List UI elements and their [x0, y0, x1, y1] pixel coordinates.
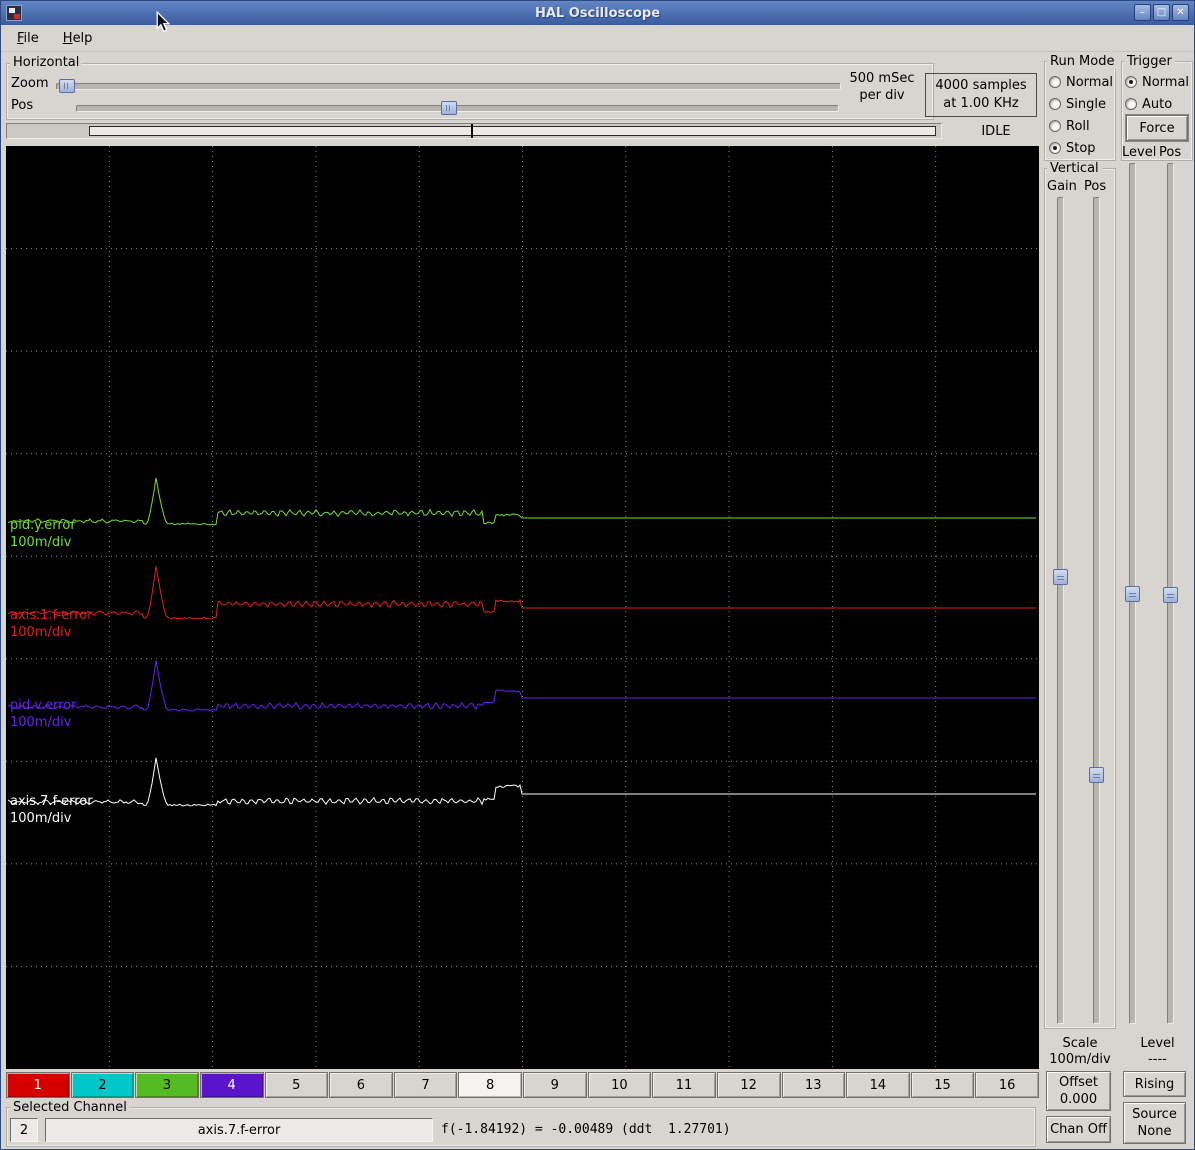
scope-canvas: [6, 146, 1039, 1069]
force-button[interactable]: Force: [1126, 115, 1188, 141]
horizontal-frame-label: Horizontal: [10, 55, 82, 70]
close-button[interactable]: ✕: [1172, 4, 1189, 21]
scale-title: Scale: [1044, 1036, 1116, 1051]
radio-label: Single: [1066, 97, 1106, 112]
channel-button-13[interactable]: 13: [782, 1072, 846, 1098]
trigger-level-value: ----: [1121, 1052, 1194, 1067]
trigger-option-normal[interactable]: Normal: [1125, 71, 1189, 93]
run-mode-option-stop[interactable]: Stop: [1049, 137, 1113, 159]
channel-button-5[interactable]: 5: [265, 1072, 329, 1098]
menu-item-file[interactable]: File: [13, 29, 43, 48]
channel-button-7[interactable]: 7: [394, 1072, 458, 1098]
minimize-icon: –: [1140, 6, 1145, 20]
channel-button-14[interactable]: 14: [846, 1072, 910, 1098]
maximize-button[interactable]: □: [1153, 4, 1170, 21]
zoom-slider-track[interactable]: [56, 83, 841, 90]
hpos-slider-track[interactable]: [76, 105, 839, 112]
channel-button-10[interactable]: 10: [588, 1072, 652, 1098]
channel-button-6[interactable]: 6: [329, 1072, 393, 1098]
radio-label: Auto: [1142, 97, 1172, 112]
radio-icon: [1049, 120, 1061, 132]
vertical-frame: [1044, 168, 1116, 1029]
offset-button[interactable]: Offset 0.000: [1046, 1071, 1111, 1111]
selected-channel-number: 2: [10, 1118, 38, 1142]
record-window-indicator: [89, 126, 936, 136]
status-text: IDLE: [971, 124, 1021, 139]
channel-button-9[interactable]: 9: [523, 1072, 587, 1098]
hpos-label: Pos: [11, 98, 33, 113]
radio-label: Roll: [1066, 119, 1090, 134]
trigger-options: Normal Auto: [1125, 71, 1189, 115]
sample-rate-line2: at 1.00 KHz: [926, 95, 1036, 113]
trigger-pos-label: Pos: [1159, 145, 1181, 160]
vertical-frame-label: Vertical: [1047, 161, 1102, 176]
trigger-position-marker: [471, 124, 473, 138]
channel-button-4[interactable]: 4: [200, 1072, 264, 1098]
run-mode-options: Normal Single Roll Stop: [1049, 71, 1113, 159]
radio-label: Normal: [1142, 75, 1189, 90]
selected-channel-frame-label: Selected Channel: [10, 1100, 130, 1115]
halscope-window: HAL Oscilloscope – □ ✕ File Help Horizont…: [0, 0, 1195, 1150]
channel-button-12[interactable]: 12: [717, 1072, 781, 1098]
chan-off-button[interactable]: Chan Off: [1046, 1116, 1111, 1143]
sweep-rate-line2: per div: [846, 88, 918, 103]
window-title: HAL Oscilloscope: [1, 6, 1194, 21]
trigger-frame-label: Trigger: [1124, 54, 1175, 69]
trigger-level-title: Level: [1121, 1036, 1194, 1051]
vpos-slider-track[interactable]: [1093, 197, 1100, 1024]
radio-icon: [1049, 98, 1061, 110]
rising-button[interactable]: Rising: [1123, 1071, 1186, 1097]
zoom-slider-handle[interactable]: [59, 79, 75, 93]
channel-button-8[interactable]: 8: [458, 1072, 522, 1098]
window-controls: – □ ✕: [1134, 4, 1189, 21]
radio-icon: [1049, 76, 1061, 88]
gain-slider-track[interactable]: [1057, 197, 1064, 1024]
radio-icon: [1125, 76, 1137, 88]
run-mode-option-roll[interactable]: Roll: [1049, 115, 1113, 137]
menu-bar: File Help: [1, 25, 1194, 52]
radio-icon: [1125, 98, 1137, 110]
scope-display: pid.y.error100m/divaxis.1.f-error100m/di…: [6, 146, 1039, 1069]
trigger-option-auto[interactable]: Auto: [1125, 93, 1189, 115]
signal-readout: f(-1.84192) = -0.00489 (ddt 1.27701): [441, 1122, 731, 1137]
trigger-level-label: Level: [1122, 145, 1156, 160]
vpos-slider-handle[interactable]: [1089, 767, 1104, 783]
title-bar[interactable]: HAL Oscilloscope – □ ✕: [1, 1, 1194, 25]
close-icon: ✕: [1176, 6, 1184, 20]
channel-buttons: 12345678910111213141516: [6, 1072, 1039, 1098]
scale-value: 100m/div: [1044, 1052, 1116, 1067]
zoom-label: Zoom: [11, 76, 48, 91]
minimize-button[interactable]: –: [1134, 4, 1151, 21]
trigger-level-handle[interactable]: [1125, 586, 1140, 602]
run-mode-frame-label: Run Mode: [1047, 54, 1117, 69]
vpos-label: Pos: [1084, 179, 1106, 194]
source-button-line1: Source: [1132, 1106, 1177, 1123]
channel-button-11[interactable]: 11: [652, 1072, 716, 1098]
radio-icon: [1049, 142, 1061, 154]
channel-button-2[interactable]: 2: [71, 1072, 135, 1098]
source-button[interactable]: Source None: [1123, 1102, 1186, 1144]
channel-button-15[interactable]: 15: [911, 1072, 975, 1098]
channel-button-16[interactable]: 16: [975, 1072, 1039, 1098]
offset-button-line1: Offset: [1059, 1074, 1098, 1091]
sweep-rate-line1: 500 mSec: [846, 71, 918, 86]
run-mode-option-normal[interactable]: Normal: [1049, 71, 1113, 93]
sample-rate-box[interactable]: 4000 samples at 1.00 KHz: [925, 73, 1037, 117]
run-mode-option-single[interactable]: Single: [1049, 93, 1113, 115]
gain-label: Gain: [1047, 179, 1077, 194]
maximize-icon: □: [1157, 6, 1166, 20]
selected-channel-name-field[interactable]: axis.7.f-error: [45, 1118, 433, 1142]
channel-button-1[interactable]: 1: [6, 1072, 70, 1098]
radio-label: Stop: [1066, 141, 1096, 156]
radio-label: Normal: [1066, 75, 1113, 90]
channel-button-3[interactable]: 3: [135, 1072, 199, 1098]
hpos-slider-handle[interactable]: [441, 101, 457, 115]
source-button-line2: None: [1138, 1123, 1172, 1140]
offset-button-line2: 0.000: [1060, 1091, 1097, 1108]
sample-rate-line1: 4000 samples: [926, 77, 1036, 95]
menu-item-help[interactable]: Help: [59, 29, 97, 48]
trigger-pos-handle[interactable]: [1163, 587, 1178, 603]
gain-slider-handle[interactable]: [1053, 569, 1068, 585]
